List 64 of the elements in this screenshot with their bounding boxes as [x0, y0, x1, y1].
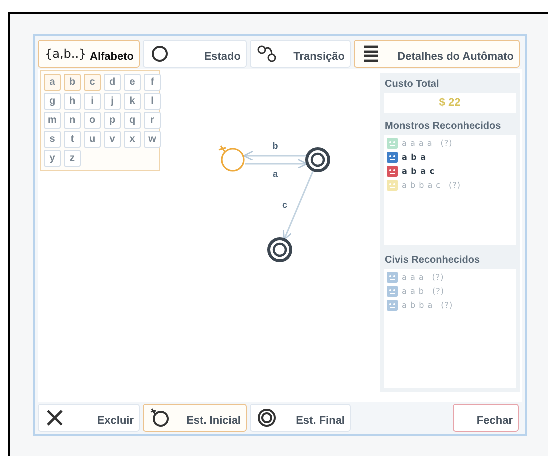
unknown-mark: (?)	[441, 301, 454, 310]
transition-arrow[interactable]	[245, 158, 308, 170]
letter-key[interactable]: g	[44, 93, 61, 110]
delete-button[interactable]: Excluir	[38, 404, 140, 432]
circle-icon	[150, 44, 170, 64]
letter-key[interactable]: r	[144, 112, 161, 129]
letter-key[interactable]: n	[64, 112, 81, 129]
letter-key[interactable]: i	[84, 93, 101, 110]
list-icon	[361, 44, 381, 64]
letter-key[interactable]: u	[84, 131, 101, 148]
letter-key[interactable]: d	[104, 74, 121, 91]
section-title: Custo Total	[384, 78, 440, 92]
state-button[interactable]: Estado	[143, 40, 247, 68]
details-button[interactable]: Detalhes do Autômato	[354, 40, 520, 68]
transition-icon	[257, 44, 277, 64]
letter-key[interactable]: t	[64, 131, 81, 148]
transition-label: b	[272, 141, 278, 151]
letter-key[interactable]: q	[124, 112, 141, 129]
final-state-node[interactable]	[268, 238, 292, 262]
initial-state-icon	[150, 408, 170, 428]
letter-key[interactable]: a	[44, 74, 61, 91]
recognized-word: a a a a	[402, 139, 433, 148]
initial-state-button[interactable]: Est. Inicial	[143, 404, 247, 432]
letter-key[interactable]: x	[124, 131, 141, 148]
letter-key[interactable]: m	[44, 112, 61, 129]
letter-key[interactable]: o	[84, 112, 101, 129]
unknown-mark: (?)	[440, 139, 453, 148]
close-button[interactable]: Fechar	[453, 404, 519, 432]
unknown-mark: (?)	[449, 181, 462, 190]
braces-icon: {a,b..}	[45, 47, 87, 61]
letter-key[interactable]: y	[44, 150, 61, 167]
recognized-word: a a b	[402, 287, 424, 296]
total-cost: $ 22	[384, 93, 516, 113]
close-icon	[45, 408, 65, 428]
letter-key[interactable]: k	[124, 93, 141, 110]
letter-key[interactable]: s	[44, 131, 61, 148]
letter-key[interactable]: v	[104, 131, 121, 148]
transition-label: c	[282, 200, 288, 210]
unknown-mark: (?)	[432, 273, 444, 282]
letter-key[interactable]: p	[104, 112, 121, 129]
letter-key[interactable]: e	[124, 74, 141, 91]
section-title: Civis Reconhecidos	[384, 254, 482, 268]
recognized-word: a b b a	[402, 301, 434, 310]
alphabet-button[interactable]: {a,b..} Alfabeto	[38, 40, 140, 68]
final-state-node[interactable]	[306, 148, 330, 172]
final-state-button[interactable]: Est. Final	[250, 404, 351, 432]
recognized-word: a a a	[402, 273, 424, 282]
transition-button[interactable]: Transição	[250, 40, 351, 68]
section-title: Monstros Reconhecidos	[384, 120, 502, 134]
recognized-word: a b b a c	[402, 181, 442, 190]
unknown-mark: (?)	[432, 287, 444, 296]
letter-key[interactable]: h	[64, 93, 81, 110]
transition-label: a	[273, 169, 278, 179]
letter-key[interactable]: b	[64, 74, 81, 91]
double-circle-icon	[257, 408, 277, 428]
letter-key[interactable]: f	[144, 74, 161, 91]
letter-key[interactable]: l	[144, 93, 161, 110]
letter-key[interactable]: w	[144, 131, 161, 148]
letter-key[interactable]: z	[64, 150, 81, 167]
recognized-word: a b a c	[402, 167, 436, 176]
letter-key[interactable]: j	[104, 93, 121, 110]
initial-state-node[interactable]	[218, 145, 245, 172]
recognized-word: a b a	[402, 153, 427, 162]
letter-key[interactable]: c	[84, 74, 101, 91]
